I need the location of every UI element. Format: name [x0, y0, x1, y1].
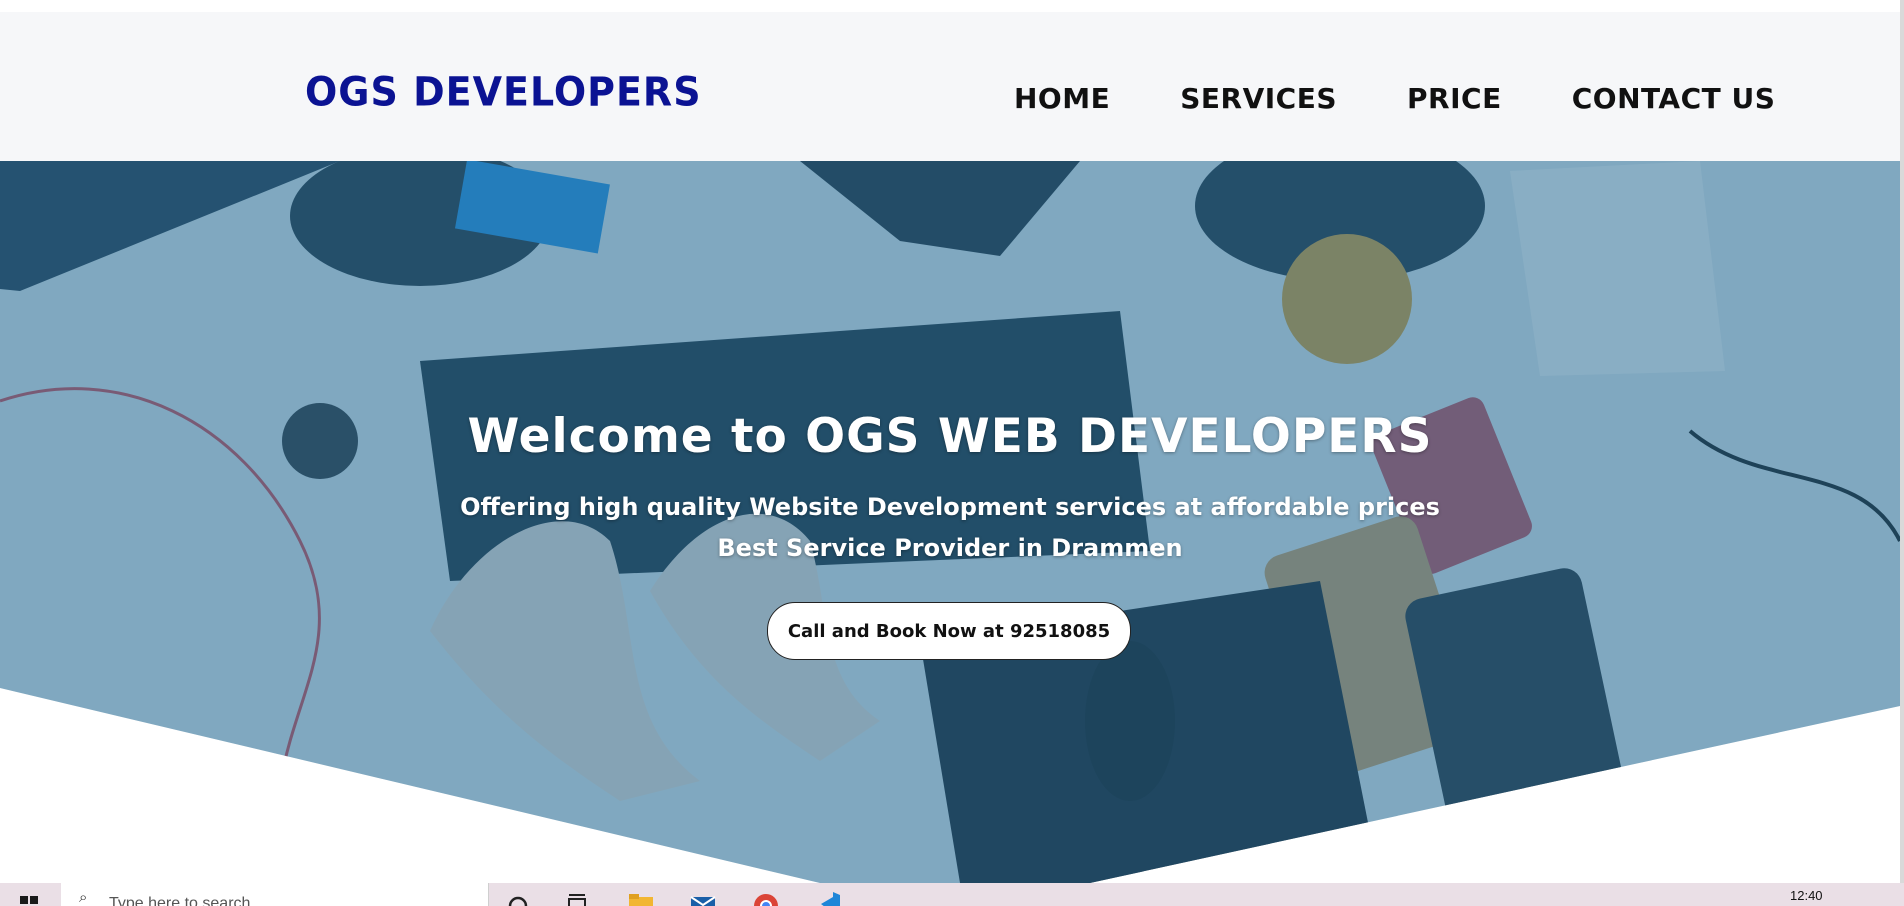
chrome-icon[interactable]	[753, 891, 779, 906]
site-logo[interactable]: OGS DEVELOPERS	[305, 69, 702, 115]
taskbar-clock[interactable]: 12:40	[1790, 888, 1823, 903]
nav-services[interactable]: SERVICES	[1180, 82, 1337, 115]
windows-start-icon[interactable]	[20, 896, 38, 906]
cortana-icon[interactable]	[505, 891, 531, 906]
hero-section: Welcome to OGS WEB DEVELOPERS Offering h…	[0, 161, 1900, 883]
windows-taskbar: ⌕ Type here to search 12:40	[0, 883, 1904, 906]
task-view-icon[interactable]	[565, 891, 591, 906]
mail-icon[interactable]	[690, 891, 716, 906]
hero-subtitle-line1: Offering high quality Website Developmen…	[460, 493, 1440, 521]
page-scrollbar[interactable]	[1900, 0, 1904, 883]
site-header: OGS DEVELOPERS HOME SERVICES PRICE CONTA…	[0, 12, 1900, 161]
nav-home[interactable]: HOME	[1014, 82, 1110, 115]
file-explorer-icon[interactable]	[628, 891, 654, 906]
main-nav: HOME SERVICES PRICE CONTACT US	[1014, 82, 1775, 115]
hero-background-image	[0, 161, 1900, 883]
search-icon: ⌕	[79, 888, 88, 906]
nav-price[interactable]: PRICE	[1407, 82, 1502, 115]
nav-contact-us[interactable]: CONTACT US	[1572, 82, 1776, 115]
vscode-icon[interactable]	[815, 891, 841, 906]
hero-subtitle-line2: Best Service Provider in Drammen	[717, 534, 1183, 562]
window-top-strip	[0, 0, 1904, 12]
call-book-button[interactable]: Call and Book Now at 92518085	[767, 602, 1131, 660]
taskbar-search-placeholder: Type here to search	[109, 895, 251, 906]
taskbar-search-box[interactable]: ⌕ Type here to search	[61, 883, 489, 906]
hero-title: Welcome to OGS WEB DEVELOPERS	[467, 409, 1433, 464]
